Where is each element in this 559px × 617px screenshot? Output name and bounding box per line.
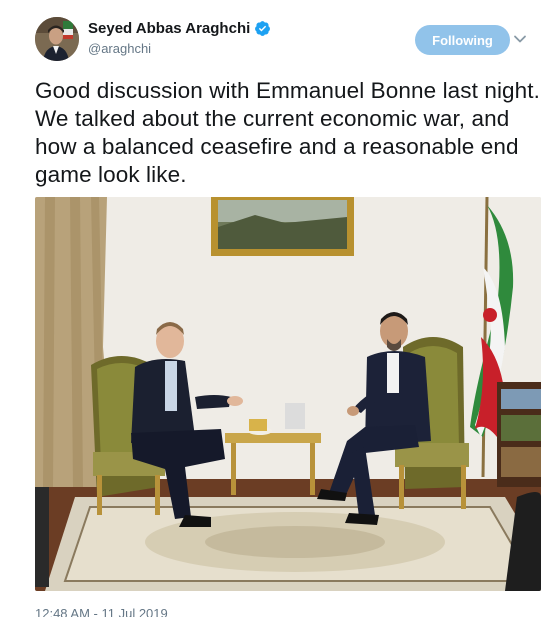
handle[interactable]: @araghchi <box>88 41 151 56</box>
chevron-down-icon[interactable] <box>513 32 527 46</box>
tweet-timestamp[interactable]: 12:48 AM - 11 Jul 2019 <box>35 606 168 617</box>
tweet-text: Good discussion with Emmanuel Bonne last… <box>35 78 540 187</box>
avatar[interactable] <box>35 17 79 61</box>
tweet-photo[interactable] <box>35 197 541 591</box>
name-row: Seyed Abbas Araghchi <box>88 20 271 37</box>
verified-badge-icon <box>254 20 271 37</box>
following-button[interactable]: Following <box>415 25 510 55</box>
display-name[interactable]: Seyed Abbas Araghchi <box>88 20 250 37</box>
tweet-header: Seyed Abbas Araghchi @araghchi Following <box>35 17 525 63</box>
tweet: Seyed Abbas Araghchi @araghchi Following… <box>0 0 559 617</box>
